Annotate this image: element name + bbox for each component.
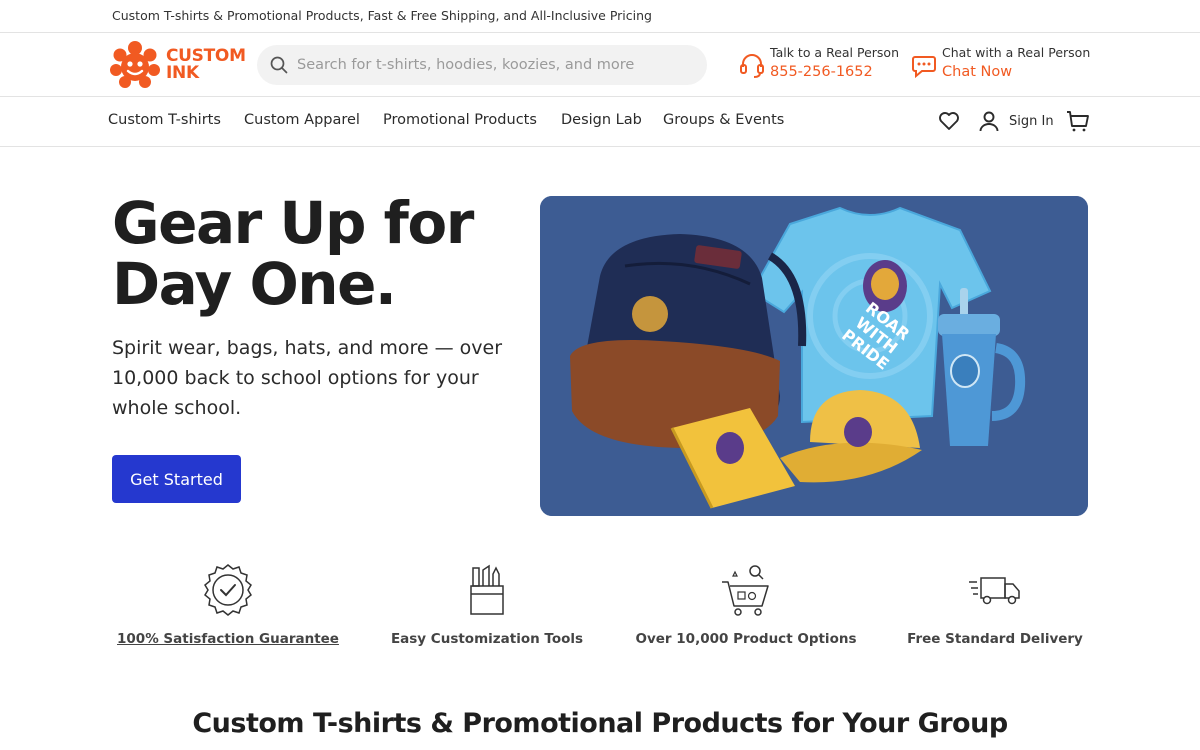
favorites-button[interactable] [937,109,961,133]
phone-label: Talk to a Real Person [770,45,899,60]
cart-button[interactable] [1066,109,1090,133]
search-icon[interactable] [269,55,289,75]
hero-title-line2: Day One. [112,250,397,318]
hero-title-line1: Gear Up for [112,189,474,257]
feature-products: Over 10,000 Product Options [626,562,866,652]
chat-label: Chat with a Real Person [942,45,1091,60]
chat-contact[interactable]: Chat with a Real Person Chat Now [910,45,1090,83]
hero-product-photo: ROAR WITH PRIDE [540,196,1088,516]
brand-line2: INK [166,63,199,83]
user-icon [979,111,999,132]
chat-now-link[interactable]: Chat Now [942,61,1090,83]
feature-satisfaction[interactable]: 100% Satisfaction Guarantee [108,562,348,652]
brand-logo[interactable]: CUSTOM INK [110,40,250,90]
feature-customization: Easy Customization Tools [367,562,607,652]
sign-in-label: Sign In [1009,113,1054,129]
shopping-cart-icon [722,565,769,616]
announcement-text: Custom T-shirts & Promotional Products, … [112,8,652,23]
feature-delivery-label: Free Standard Delivery [907,631,1083,647]
site-header: CUSTOM INK Talk to a Real Person 855-256… [0,33,1200,97]
nav-item-design-lab[interactable]: Design Lab [561,112,642,128]
feature-customization-label: Easy Customization Tools [390,631,584,647]
brand-wordmark: CUSTOM INK [166,48,246,82]
main-nav: Custom T-shirts Custom Apparel Promotion… [0,97,1200,147]
phone-number-link[interactable]: 855-256-1652 [770,61,899,83]
feature-products-label: Over 10,000 Product Options [635,631,857,647]
search-bar[interactable] [257,45,707,85]
delivery-truck-icon [969,577,1020,605]
get-started-button[interactable]: Get Started [112,455,241,503]
section-title: Custom T-shirts & Promotional Products f… [192,708,1008,739]
nav-item-custom-apparel[interactable]: Custom Apparel [244,112,360,128]
hero-image: ROAR WITH PRIDE [540,196,1088,516]
badge-check-icon [204,564,252,616]
chat-bubble-icon [912,56,936,79]
feature-satisfaction-label[interactable]: 100% Satisfaction Guarantee [108,631,348,647]
nav-item-groups-events[interactable]: Groups & Events [663,112,784,128]
phone-contact[interactable]: Talk to a Real Person 855-256-1652 [738,45,899,83]
announcement-bar: Custom T-shirts & Promotional Products, … [0,0,1200,33]
hero-subtitle: Spirit wear, bags, hats, and more — over… [112,337,503,419]
logo-mark-icon [110,41,160,88]
headset-icon [740,54,764,78]
feature-delivery: Free Standard Delivery [875,562,1115,652]
sign-in-button[interactable]: Sign In [977,109,1054,133]
nav-item-promotional-products[interactable]: Promotional Products [383,112,537,128]
nav-item-custom-tshirts[interactable]: Custom T-shirts [108,112,221,128]
search-input[interactable] [297,57,697,73]
cart-icon [1067,111,1089,132]
hero-title: Gear Up for Day One. [112,193,512,315]
heart-icon [939,112,959,130]
design-tools-icon [470,564,504,615]
